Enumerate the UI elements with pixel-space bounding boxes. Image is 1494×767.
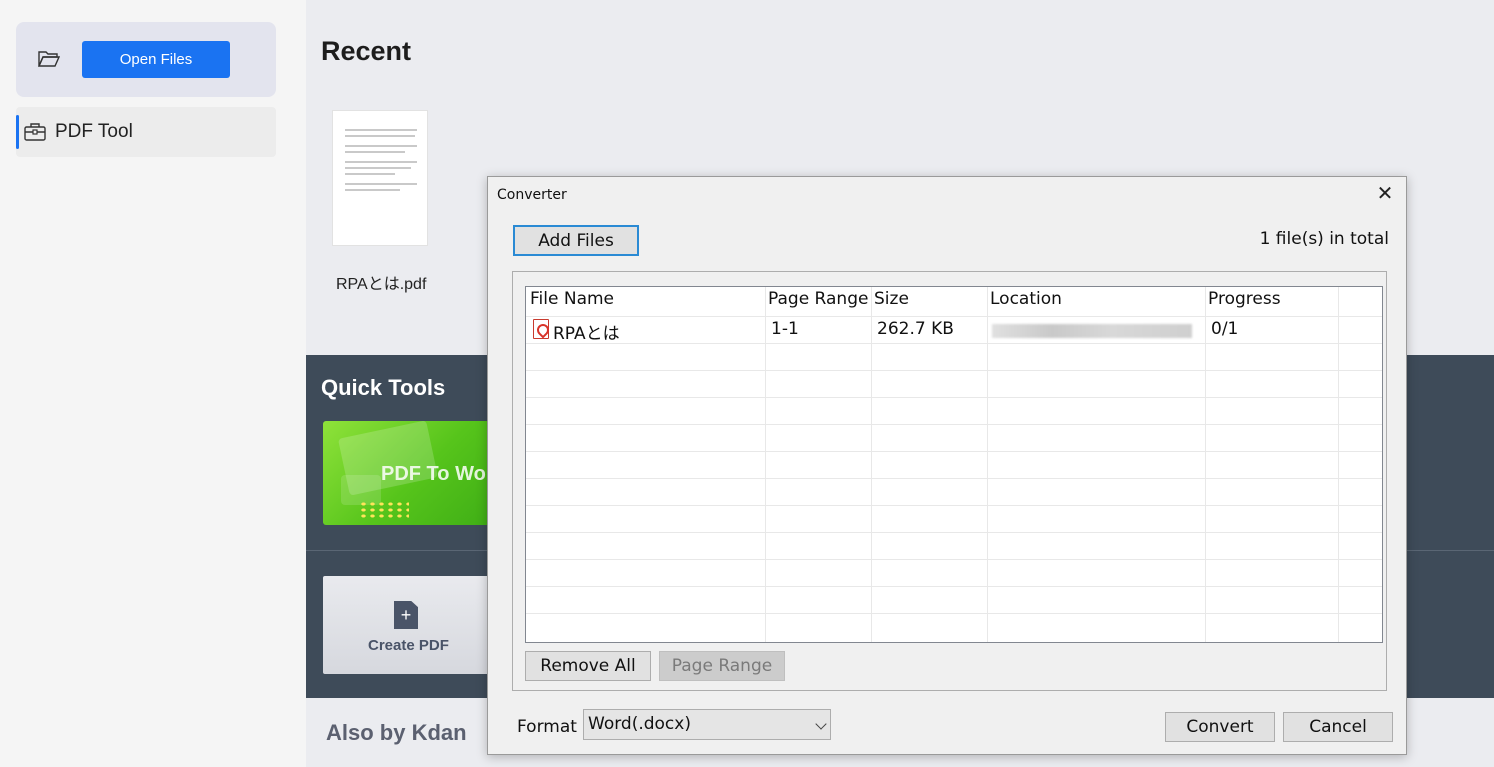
format-label: Format	[517, 717, 577, 737]
chevron-down-icon	[815, 718, 827, 730]
format-select[interactable]: Word(.docx)	[583, 709, 831, 740]
cancel-button[interactable]: Cancel	[1283, 712, 1393, 742]
also-by-title: Also by Kdan	[326, 720, 467, 745]
open-files-card: Open Files	[16, 22, 276, 97]
cell-progress: 0/1	[1211, 319, 1239, 339]
recent-file-name[interactable]: RPAとは.pdf	[336, 270, 426, 294]
briefcase-icon	[24, 123, 46, 141]
cell-file-name[interactable]: RPAとは	[553, 319, 620, 344]
pdf-to-word-label: PDF To Wo	[381, 463, 486, 485]
format-value: Word(.docx)	[588, 714, 691, 734]
recent-file-thumbnail[interactable]	[332, 110, 428, 246]
open-files-button[interactable]: Open Files	[82, 41, 230, 78]
column-header-page-range[interactable]: Page Range	[768, 289, 868, 309]
remove-all-button[interactable]: Remove All	[525, 651, 651, 681]
recent-title: Recent	[321, 36, 412, 66]
dialog-title: Converter	[497, 187, 567, 203]
sidebar-item-label: PDF Tool	[55, 121, 133, 142]
quick-tools-title: Quick Tools	[321, 375, 446, 400]
convert-button[interactable]: Convert	[1165, 712, 1275, 742]
pdf-to-word-card[interactable]: PDF To Wo	[323, 421, 493, 525]
column-header-progress[interactable]: Progress	[1208, 289, 1281, 309]
column-header-location[interactable]: Location	[990, 289, 1062, 309]
active-indicator	[16, 115, 19, 149]
files-table[interactable]: File Name Page Range Size Location Progr…	[525, 286, 1383, 643]
column-header-file-name[interactable]: File Name	[530, 289, 614, 309]
column-header-size[interactable]: Size	[874, 289, 909, 309]
cell-page-range[interactable]: 1-1	[771, 319, 799, 339]
file-count: 1 file(s) in total	[1259, 229, 1389, 249]
create-pdf-card[interactable]: + Create PDF	[323, 576, 493, 674]
add-files-button[interactable]: Add Files	[513, 225, 639, 256]
converter-dialog: Converter ✕ Add Files 1 file(s) in total…	[487, 176, 1407, 755]
pdf-file-icon	[533, 319, 549, 339]
files-group: File Name Page Range Size Location Progr…	[512, 271, 1387, 691]
create-pdf-label: Create PDF	[368, 637, 449, 654]
cell-location-redacted	[992, 324, 1192, 338]
close-icon[interactable]: ✕	[1376, 184, 1394, 204]
folder-icon[interactable]	[38, 50, 60, 68]
sidebar-item-pdf-tool[interactable]: PDF Tool	[16, 107, 276, 157]
decor-dots	[359, 501, 409, 519]
sidebar: Open Files PDF Tool	[0, 0, 306, 767]
cell-size: 262.7 KB	[877, 319, 954, 339]
add-document-icon: +	[394, 601, 418, 629]
page-range-button[interactable]: Page Range	[659, 651, 785, 681]
